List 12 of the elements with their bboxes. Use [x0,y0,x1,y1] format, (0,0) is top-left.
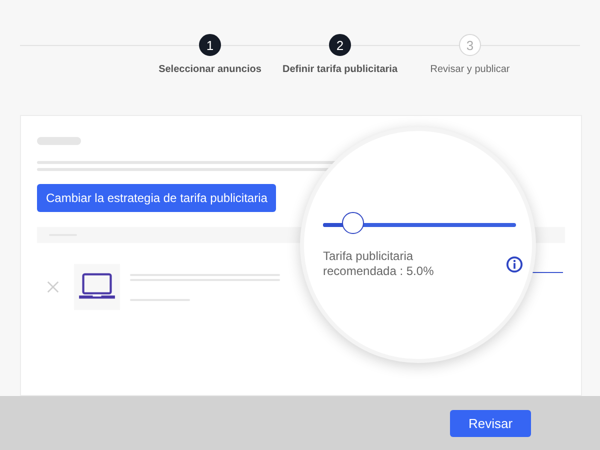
review-button[interactable]: Revisar [450,410,531,436]
step-label: Definir tarifa publicitaria [282,64,398,75]
step-number: 2 [329,34,351,56]
step-label: Seleccionar anuncios [158,64,262,75]
step-number: 1 [199,34,221,56]
change-strategy-button[interactable]: Cambiar la estrategia de tarifa publicitaria [37,184,276,212]
step-number: 3 [459,34,481,56]
slider-thumb[interactable] [342,212,364,234]
recommended-rate-text: Tarifa publicitaria recomendada : 5.0% [323,249,435,279]
info-icon[interactable] [506,256,523,272]
placeholder-line [37,137,81,145]
step-label: Revisar y publicar [430,64,510,75]
